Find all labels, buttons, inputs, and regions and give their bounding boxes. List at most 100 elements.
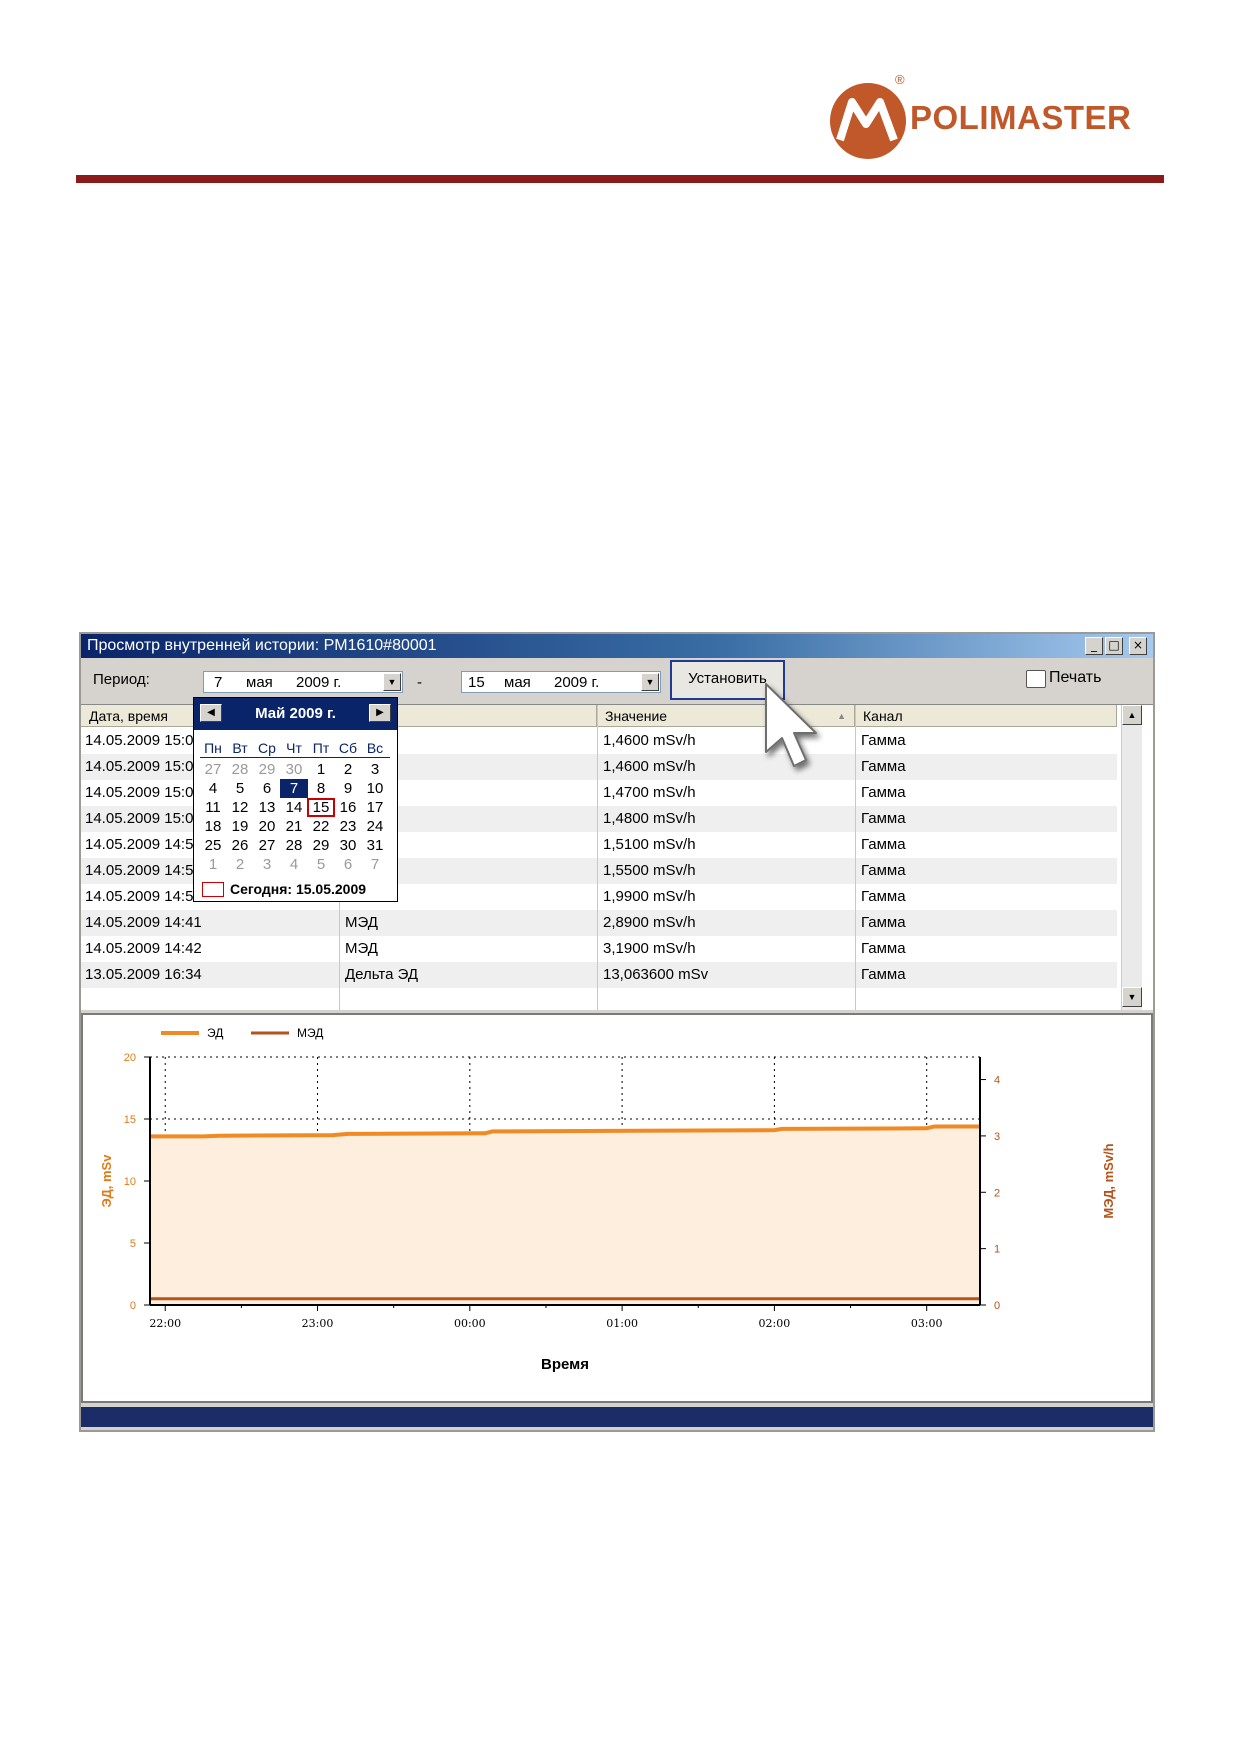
calendar-day[interactable]: 19: [226, 817, 254, 836]
calendar-day[interactable]: 12: [226, 798, 254, 817]
cell-datetime: 14.05.2009 14:52: [85, 862, 202, 879]
dropdown-arrow-icon[interactable]: ▼: [383, 673, 401, 691]
calendar-day[interactable]: 7: [280, 779, 308, 798]
calendar-day[interactable]: 21: [280, 817, 308, 836]
calendar-day[interactable]: 14: [280, 798, 308, 817]
today-link[interactable]: Сегодня: 15.05.2009: [230, 881, 366, 897]
cell-type: МЭД: [345, 914, 378, 931]
calendar-day[interactable]: 6: [253, 779, 281, 798]
close-button[interactable]: ×: [1129, 637, 1147, 655]
maximize-button[interactable]: □: [1105, 637, 1123, 655]
dropdown-arrow-icon[interactable]: ▼: [641, 673, 659, 691]
calendar-day[interactable]: 13: [253, 798, 281, 817]
weekday-label: Вс: [366, 740, 384, 756]
y-left-tick-label: 0: [130, 1300, 136, 1312]
cell-channel: Гамма: [861, 862, 906, 879]
date-to-year: 2009 г.: [554, 674, 600, 691]
calendar-day[interactable]: 6: [334, 855, 362, 874]
title-bar[interactable]: Просмотр внутренней истории: PM1610#8000…: [81, 634, 1153, 658]
calendar-day[interactable]: 22: [307, 817, 335, 836]
calendar-day[interactable]: 3: [361, 760, 389, 779]
calendar-day[interactable]: 30: [280, 760, 308, 779]
cell-datetime: 14.05.2009 14:51: [85, 888, 202, 905]
calendar-day[interactable]: 1: [307, 760, 335, 779]
column-header-value-label: Значение: [605, 708, 668, 724]
calendar-day[interactable]: 25: [199, 836, 227, 855]
scroll-down-icon[interactable]: ▼: [1122, 987, 1142, 1007]
calendar-day[interactable]: 11: [199, 798, 227, 817]
cell-type: МЭД: [345, 940, 378, 957]
calendar-day[interactable]: 29: [253, 760, 281, 779]
scroll-up-icon[interactable]: ▲: [1122, 705, 1142, 725]
cell-channel: Гамма: [861, 810, 906, 827]
x-tick-label: 00:00: [454, 1317, 486, 1330]
calendar-day[interactable]: 3: [253, 855, 281, 874]
calendar-day[interactable]: 15: [307, 798, 335, 817]
cell-value: 1,9900 mSv/h: [603, 888, 696, 905]
column-header-channel[interactable]: Канал: [855, 705, 1117, 727]
calendar-day[interactable]: 5: [226, 779, 254, 798]
cell-type: Дельта ЭД: [345, 966, 419, 983]
calendar-day[interactable]: 27: [199, 760, 227, 779]
minimize-button[interactable]: _: [1085, 637, 1103, 655]
cell-datetime: 14.05.2009 15:06: [85, 784, 202, 801]
calendar-day[interactable]: 24: [361, 817, 389, 836]
weekday-label: Ср: [258, 740, 276, 756]
calendar-day[interactable]: 30: [334, 836, 362, 855]
calendar-day[interactable]: 26: [226, 836, 254, 855]
window-title: Просмотр внутренней истории: PM1610#8000…: [87, 637, 437, 654]
y-left-tick-label: 20: [124, 1052, 136, 1064]
table-row[interactable]: 14.05.2009 14:42 МЭД 3,1900 mSv/h Гамма: [81, 936, 1117, 962]
weekday-label: Пт: [312, 740, 330, 756]
print-button[interactable]: Печать: [1049, 669, 1101, 687]
calendar-day[interactable]: 7: [361, 855, 389, 874]
column-divider: [855, 705, 856, 1010]
calendar-day[interactable]: 28: [280, 836, 308, 855]
y-right-tick-label: 2: [994, 1187, 1000, 1199]
calendar-day[interactable]: 28: [226, 760, 254, 779]
history-window: Просмотр внутренней истории: PM1610#8000…: [79, 632, 1155, 1432]
calendar-day[interactable]: 4: [280, 855, 308, 874]
calendar-day[interactable]: 18: [199, 817, 227, 836]
cell-channel: Гамма: [861, 888, 906, 905]
date-from-picker[interactable]: 7 мая 2009 г. ▼: [203, 671, 403, 693]
calendar-day[interactable]: 20: [253, 817, 281, 836]
calendar-day[interactable]: 2: [334, 760, 362, 779]
calendar-day[interactable]: 2: [226, 855, 254, 874]
y-right-tick-label: 3: [994, 1131, 1000, 1143]
table-scrollbar[interactable]: ▲ ▼: [1121, 705, 1142, 1010]
calendar-day[interactable]: 23: [334, 817, 362, 836]
y-right-tick-label: 4: [994, 1075, 1000, 1087]
cell-channel: Гамма: [861, 966, 906, 983]
calendar-day[interactable]: 5: [307, 855, 335, 874]
y-left-tick-label: 15: [124, 1114, 136, 1126]
calendar-day[interactable]: 29: [307, 836, 335, 855]
cell-datetime: 14.05.2009 15:09: [85, 758, 202, 775]
calendar-day[interactable]: 9: [334, 779, 362, 798]
period-label: Период:: [93, 671, 150, 688]
calendar-day[interactable]: 27: [253, 836, 281, 855]
calendar-day[interactable]: 4: [199, 779, 227, 798]
column-divider: [597, 705, 598, 1010]
cell-value: 3,1900 mSv/h: [603, 940, 696, 957]
calendar-day[interactable]: 10: [361, 779, 389, 798]
table-row[interactable]: 14.05.2009 14:41 МЭД 2,8900 mSv/h Гамма: [81, 910, 1117, 936]
calendar-day[interactable]: 16: [334, 798, 362, 817]
series-area-ed: [150, 1126, 980, 1305]
cell-datetime: 14.05.2009 14:53: [85, 836, 202, 853]
cell-channel: Гамма: [861, 836, 906, 853]
x-tick-label: 01:00: [606, 1317, 638, 1330]
calendar-day[interactable]: 31: [361, 836, 389, 855]
date-to-picker[interactable]: 15 мая 2009 г. ▼: [461, 671, 661, 693]
calendar-day[interactable]: 17: [361, 798, 389, 817]
printer-icon[interactable]: [1026, 670, 1046, 688]
cell-datetime: 14.05.2009 15:03: [85, 810, 202, 827]
next-month-icon[interactable]: ▶: [369, 704, 391, 722]
header-rule: [76, 175, 1164, 183]
cell-value: 2,8900 mSv/h: [603, 914, 696, 931]
calendar-day[interactable]: 8: [307, 779, 335, 798]
calendar-day[interactable]: 1: [199, 855, 227, 874]
table-row[interactable]: 13.05.2009 16:34 Дельта ЭД 13,063600 mSv Га…: [81, 962, 1117, 988]
cell-channel: Гамма: [861, 758, 906, 775]
x-tick-label: 02:00: [759, 1317, 791, 1330]
